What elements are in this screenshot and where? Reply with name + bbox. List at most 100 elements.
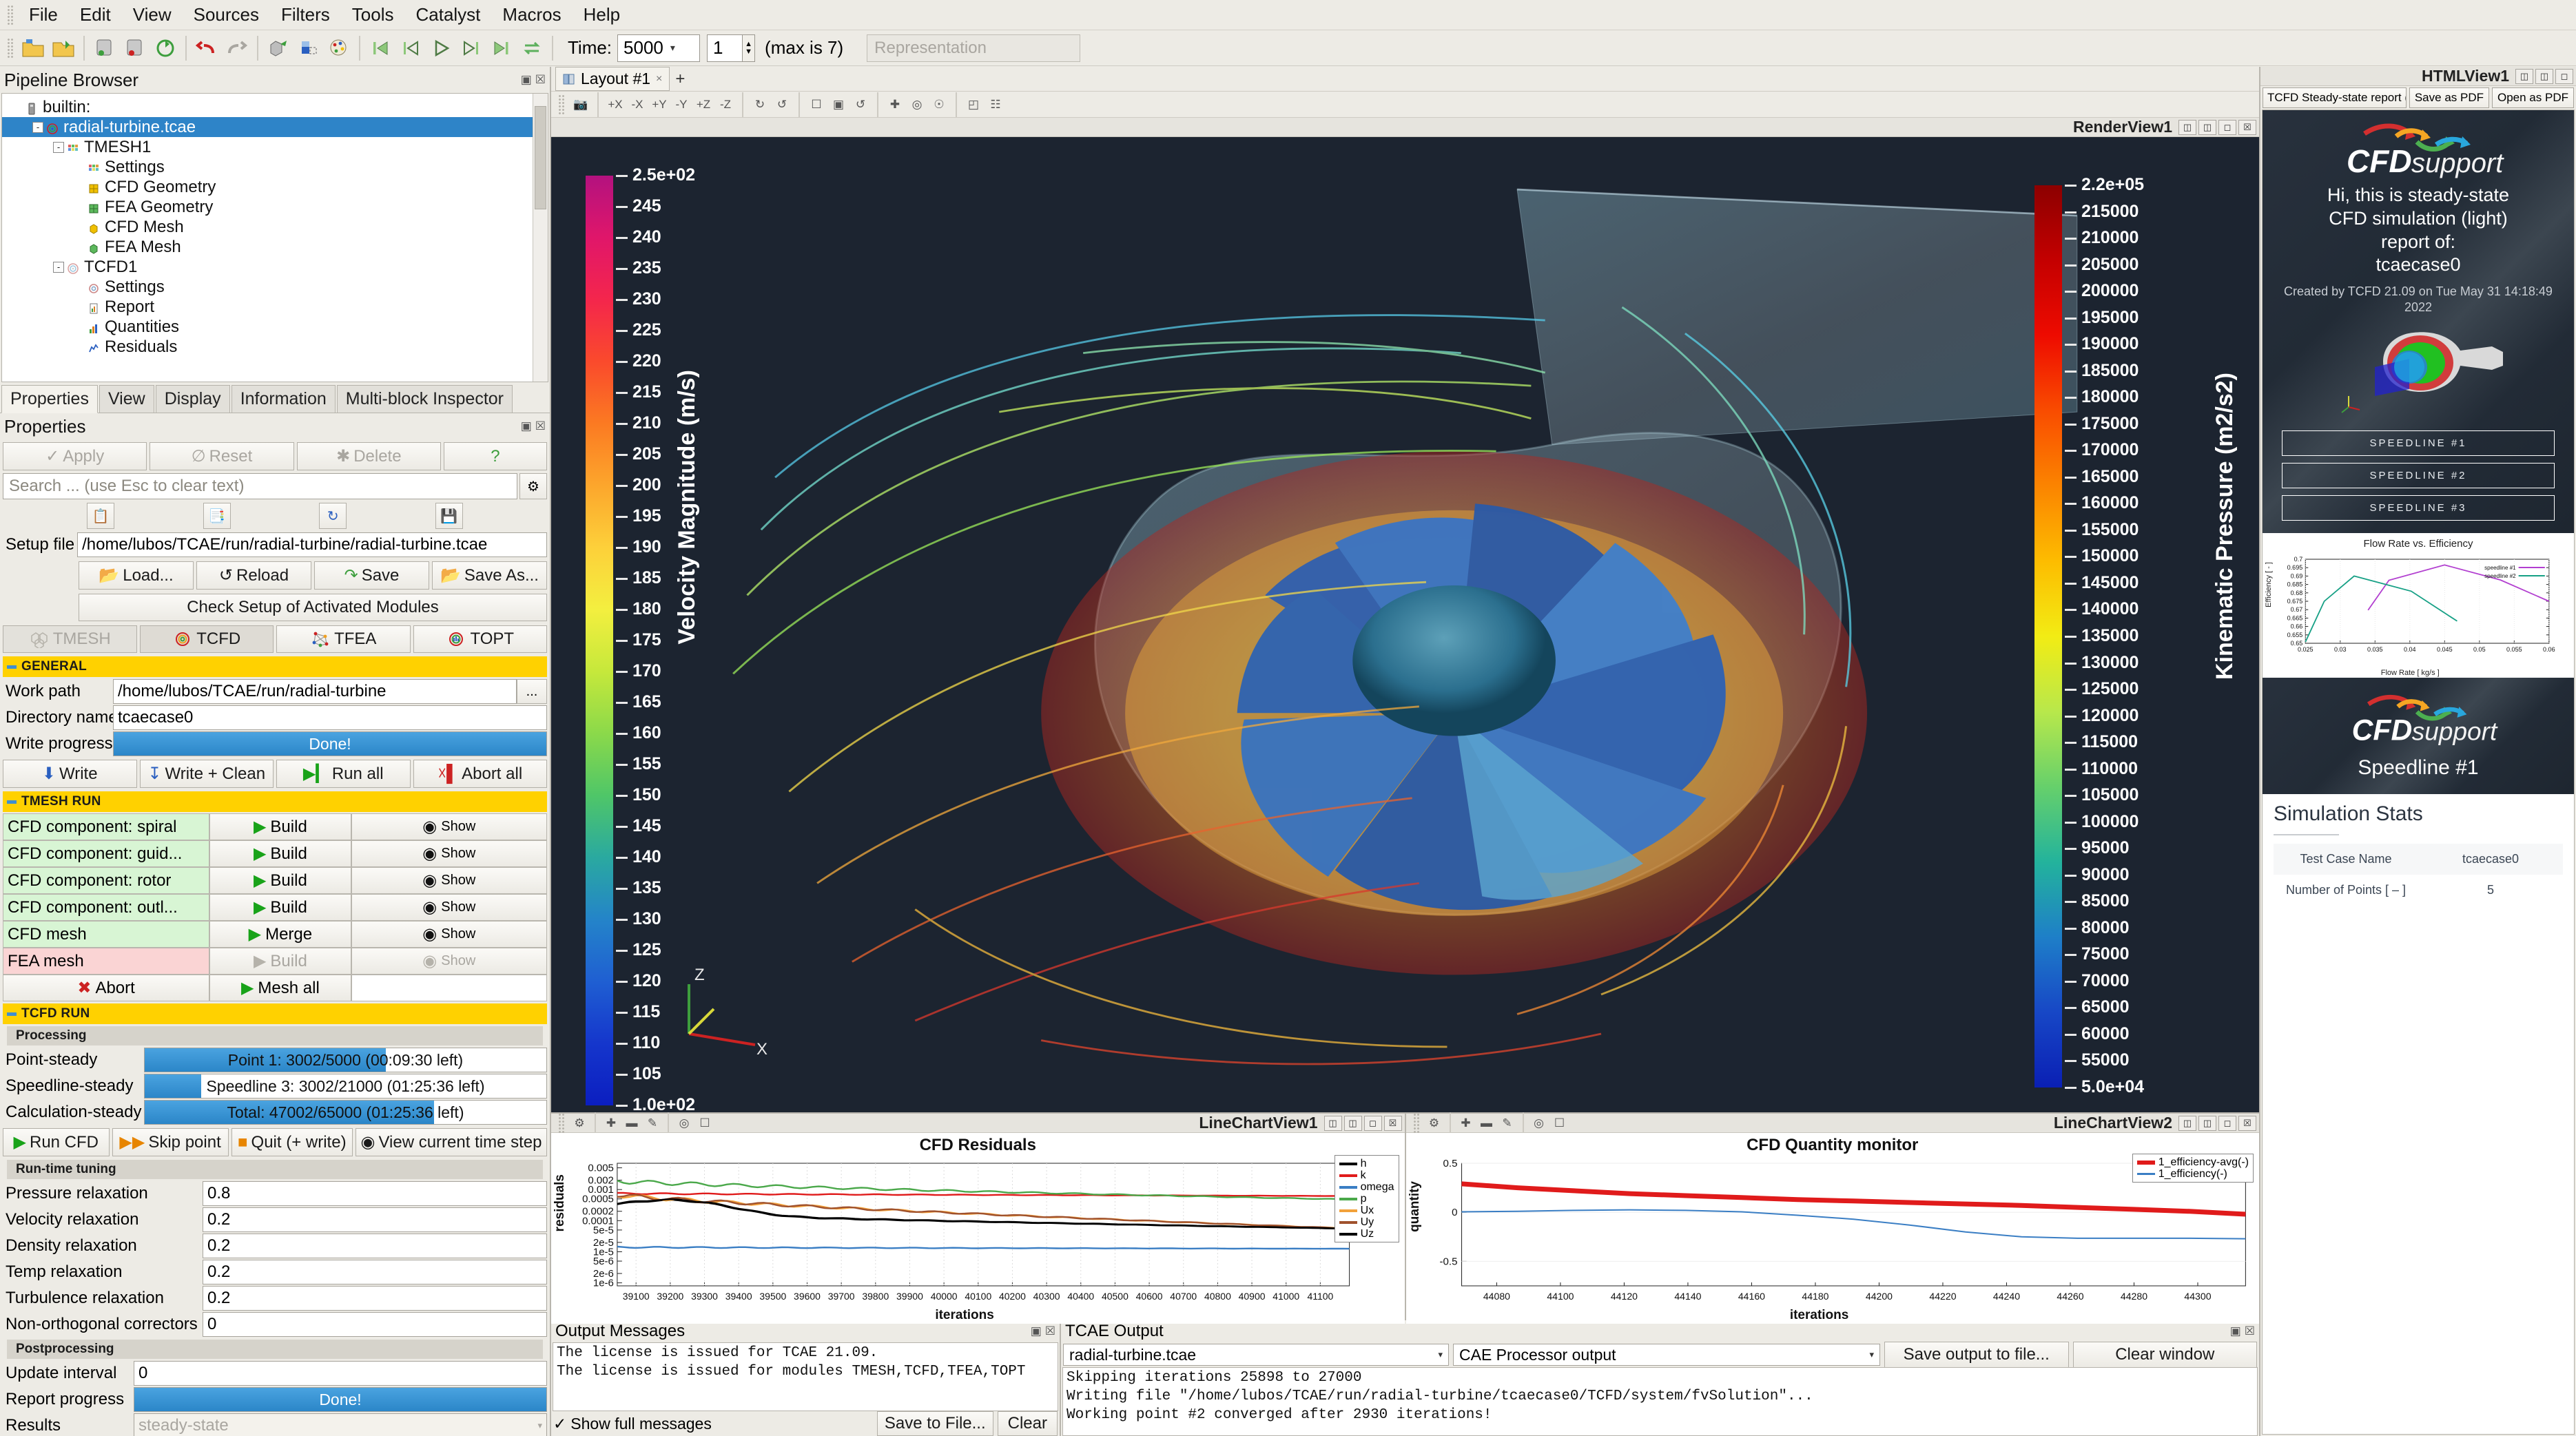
- zoom-to-box-icon[interactable]: ☐: [806, 94, 827, 115]
- component-show-button[interactable]: ◉ Show: [351, 813, 547, 840]
- menu-item-filters[interactable]: Filters: [270, 3, 341, 27]
- neg-x-icon[interactable]: -X: [627, 94, 648, 115]
- legend-entry[interactable]: h: [1339, 1158, 1394, 1169]
- speedline-button[interactable]: SPEEDLINE #3: [2282, 495, 2555, 521]
- edit-series-icon[interactable]: ✎: [1497, 1113, 1518, 1134]
- legend-entry[interactable]: 1_efficiency(-): [2136, 1168, 2249, 1180]
- save-as-pdf-button[interactable]: Save as PDF: [2409, 87, 2489, 108]
- select-points-icon[interactable]: ◎: [1529, 1113, 1549, 1134]
- chevron-down-icon[interactable]: ▾: [670, 42, 675, 54]
- quit-write-button[interactable]: ■ Quit (+ write): [231, 1128, 353, 1156]
- close-icon[interactable]: ☒: [1045, 1324, 1055, 1338]
- select-points-icon[interactable]: ◎: [674, 1113, 694, 1134]
- select-rect-icon[interactable]: ☐: [1549, 1113, 1570, 1134]
- close-icon[interactable]: ×: [656, 73, 662, 85]
- tuning-input[interactable]: 0: [203, 1312, 547, 1337]
- case-select[interactable]: radial-turbine.tcae ▾: [1063, 1344, 1449, 1366]
- flow-rate-efficiency-chart[interactable]: Flow Rate vs. Efficiency 0.65 0.655 0.66 0.…: [2263, 532, 2574, 678]
- connect-server-icon[interactable]: [90, 33, 120, 63]
- run-all-button[interactable]: ▶▎ Run all: [276, 760, 411, 788]
- check-setup-button[interactable]: Check Setup of Activated Modules: [79, 594, 547, 621]
- add-series-icon[interactable]: ✚: [601, 1113, 621, 1134]
- tab-information[interactable]: Information: [231, 385, 336, 413]
- write-clean-button[interactable]: ↧ Write + Clean: [139, 760, 274, 788]
- chart-settings-icon[interactable]: ⚙: [1424, 1113, 1445, 1134]
- color-map-icon[interactable]: [293, 33, 324, 63]
- save-as-button[interactable]: 📂 Save As...: [432, 561, 547, 590]
- pipeline-item-cfd-mesh[interactable]: CFD Mesh: [2, 217, 548, 237]
- zoom-to-data-icon[interactable]: ▣: [828, 94, 849, 115]
- view-current-time-step-button[interactable]: ◉ View current time step: [355, 1128, 547, 1156]
- pipeline-item-settings[interactable]: Settings: [2, 277, 548, 297]
- cfd-quantity-monitor-chart[interactable]: CFD Quantity monitor 0.5 0 -0.5 44080 44100 4…: [1405, 1133, 2259, 1324]
- mesh-all-button[interactable]: ▶ Mesh all: [209, 975, 351, 1001]
- split-horizontal-icon[interactable]: ◫: [2178, 1115, 2196, 1131]
- pipeline-item-fea-geometry[interactable]: FEA Geometry: [2, 197, 548, 217]
- tab-view[interactable]: View: [99, 385, 154, 413]
- directory-name-input[interactable]: tcaecase0: [113, 705, 547, 730]
- run-cfd-button[interactable]: ▶ Run CFD: [3, 1128, 110, 1156]
- add-layout-button[interactable]: +: [675, 70, 685, 89]
- section-tmesh-run[interactable]: TMESH RUN: [3, 791, 547, 812]
- component-build-button[interactable]: ▶ Build: [209, 813, 351, 840]
- undock-icon[interactable]: ▣: [521, 73, 532, 87]
- play-icon[interactable]: [426, 33, 456, 63]
- first-frame-icon[interactable]: [365, 33, 395, 63]
- copy-icon[interactable]: 📋: [87, 503, 115, 529]
- legend-entry[interactable]: Uz: [1339, 1228, 1394, 1240]
- save-to-file-button[interactable]: Save to File...: [876, 1411, 993, 1436]
- processor-output-select[interactable]: CAE Processor output ▾: [1453, 1344, 1880, 1366]
- cfd-residuals-chart[interactable]: CFD Residuals 0.005 0.002 0.001 0.0005 0.000…: [551, 1133, 1405, 1324]
- split-vertical-icon[interactable]: ◫: [1343, 1115, 1362, 1131]
- clear-window-button[interactable]: Clear window: [2072, 1342, 2257, 1368]
- pick-center-icon[interactable]: ☉: [929, 94, 949, 115]
- pipeline-scroll-thumb[interactable]: [535, 106, 546, 209]
- abort-all-button[interactable]: ☓▌ Abort all: [413, 760, 547, 788]
- last-frame-icon[interactable]: [486, 33, 517, 63]
- speedline-button[interactable]: SPEEDLINE #2: [2282, 462, 2555, 488]
- output-messages-text[interactable]: The license is issued for TCAE 21.09. Th…: [553, 1342, 1058, 1411]
- split-vertical-icon[interactable]: ◫: [2198, 119, 2216, 135]
- open-file-icon[interactable]: [18, 33, 48, 63]
- loop-icon[interactable]: [517, 33, 547, 63]
- close-icon[interactable]: ☒: [2245, 1324, 2255, 1338]
- close-icon[interactable]: ☒: [535, 73, 546, 87]
- pipeline-item-fea-mesh[interactable]: FEA Mesh: [2, 237, 548, 257]
- work-path-input[interactable]: /home/lubos/TCAE/run/radial-turbine: [113, 679, 517, 704]
- properties-close-icon[interactable]: ☒: [535, 419, 546, 433]
- subsection-postprocessing[interactable]: Postprocessing: [7, 1340, 543, 1359]
- legend-entry[interactable]: Uy: [1339, 1216, 1394, 1228]
- pipeline-item-radial-turbine-tcae[interactable]: - radial-turbine.tcae: [2, 117, 548, 137]
- interaction-mode-icon[interactable]: ◰: [963, 94, 984, 115]
- save-file-icon[interactable]: [48, 33, 79, 63]
- camera-icon[interactable]: 📷: [570, 94, 591, 115]
- module-tcfd-button[interactable]: TCFD: [139, 625, 274, 653]
- menu-item-catalyst[interactable]: Catalyst: [404, 3, 491, 27]
- edit-series-icon[interactable]: ✎: [642, 1113, 663, 1134]
- results-select[interactable]: steady-state ▾: [134, 1413, 547, 1436]
- legend-entry[interactable]: 1_efficiency-avg(-): [2136, 1156, 2249, 1168]
- component-build-button[interactable]: ▶ Build: [209, 948, 351, 975]
- chevron-down-icon[interactable]: ▾: [537, 1420, 542, 1431]
- module-tfea-button[interactable]: TFEA: [276, 625, 411, 653]
- close-view-icon[interactable]: ☒: [1383, 1115, 1402, 1131]
- tree-expander[interactable]: -: [32, 121, 43, 133]
- properties-tabbar[interactable]: Properties View Display Information Mult…: [0, 385, 550, 413]
- quantity-legend[interactable]: 1_efficiency-avg(-) 1_efficiency(-): [2132, 1154, 2254, 1183]
- reload-button[interactable]: ↺ Reload: [196, 561, 311, 590]
- redo-icon[interactable]: [222, 33, 252, 63]
- select-rect-icon[interactable]: ☐: [694, 1113, 715, 1134]
- work-path-browse-button[interactable]: ...: [517, 679, 547, 704]
- pipeline-scrollbar[interactable]: [533, 94, 548, 382]
- tree-expander[interactable]: -: [53, 141, 64, 153]
- rotate-neg-90-icon[interactable]: ↺: [772, 94, 792, 115]
- setup-file-input[interactable]: /home/lubos/TCAE/run/radial-turbine/radi…: [77, 532, 547, 557]
- split-vertical-icon[interactable]: ◫: [2198, 1115, 2216, 1131]
- add-series-icon[interactable]: ✚: [1456, 1113, 1476, 1134]
- html-report-view[interactable]: CFD support Hi, this is steady-state CFD…: [2262, 110, 2575, 1435]
- remove-series-icon[interactable]: ▬: [621, 1113, 642, 1134]
- close-view-icon[interactable]: ☒: [2238, 1115, 2256, 1131]
- component-build-button[interactable]: ▶ Build: [209, 867, 351, 894]
- tuning-input[interactable]: 0.2: [203, 1286, 547, 1311]
- menu-item-edit[interactable]: Edit: [69, 3, 122, 27]
